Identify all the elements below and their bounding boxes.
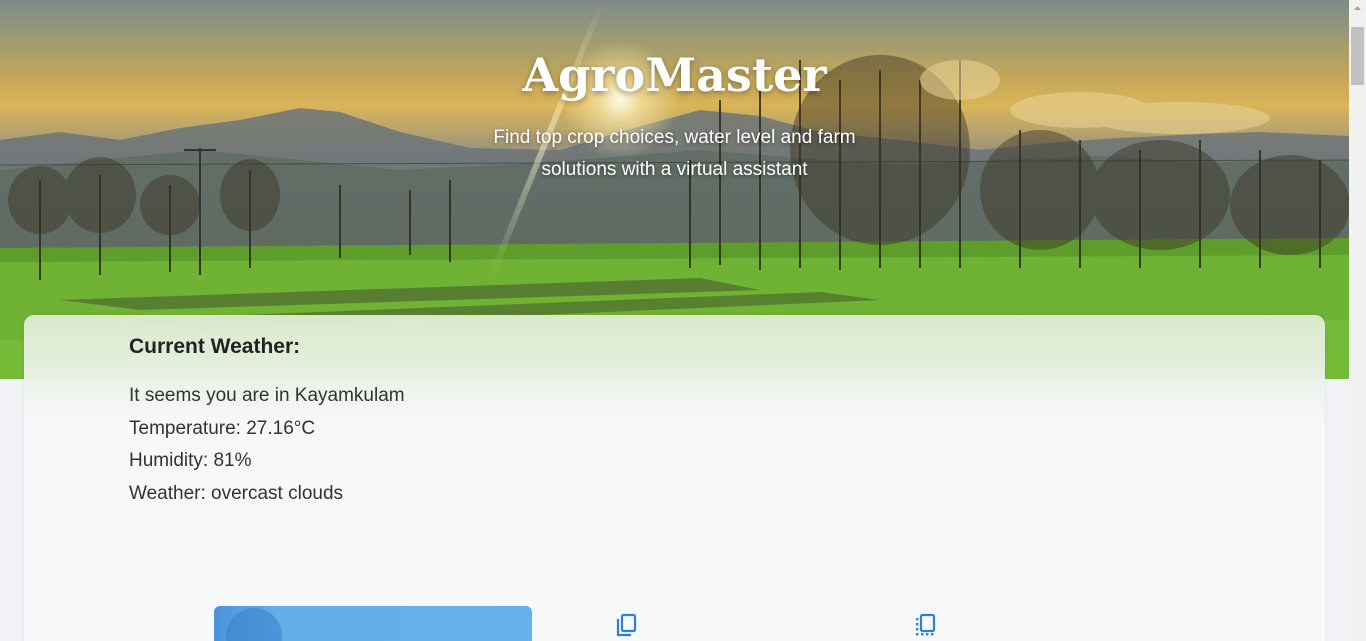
vertical-scrollbar[interactable] xyxy=(1349,0,1366,641)
scroll-up-arrow-icon[interactable] xyxy=(1349,0,1366,17)
hero-subtitle-line-1: Find top crop choices, water level and f… xyxy=(493,127,856,148)
weather-heading: Current Weather: xyxy=(129,335,301,358)
feature-card-image xyxy=(226,608,282,641)
weather-temperature: Temperature: 27.16°C xyxy=(129,417,316,439)
weather-details: It seems you are in Kayamkulam Temperatu… xyxy=(129,382,405,512)
weather-location: It seems you are in Kayamkulam xyxy=(129,385,405,406)
copy-icon[interactable] xyxy=(614,612,640,638)
scrollbar-thumb[interactable] xyxy=(1351,27,1364,85)
feature-card[interactable] xyxy=(214,606,532,641)
hero-subtitle: Find top crop choices, water level and f… xyxy=(0,122,1349,186)
hero-subtitle-line-2: solutions with a virtual assistant xyxy=(541,159,808,180)
app-title: AgroMaster xyxy=(522,48,827,102)
list-copy-icon[interactable] xyxy=(913,612,939,638)
weather-humidity: Humidity: 81% xyxy=(129,450,252,471)
page: AgroMaster Find top crop choices, water … xyxy=(0,0,1349,641)
weather-condition: Weather: overcast clouds xyxy=(129,482,344,504)
weather-card: Current Weather: It seems you are in Kay… xyxy=(24,315,1325,641)
